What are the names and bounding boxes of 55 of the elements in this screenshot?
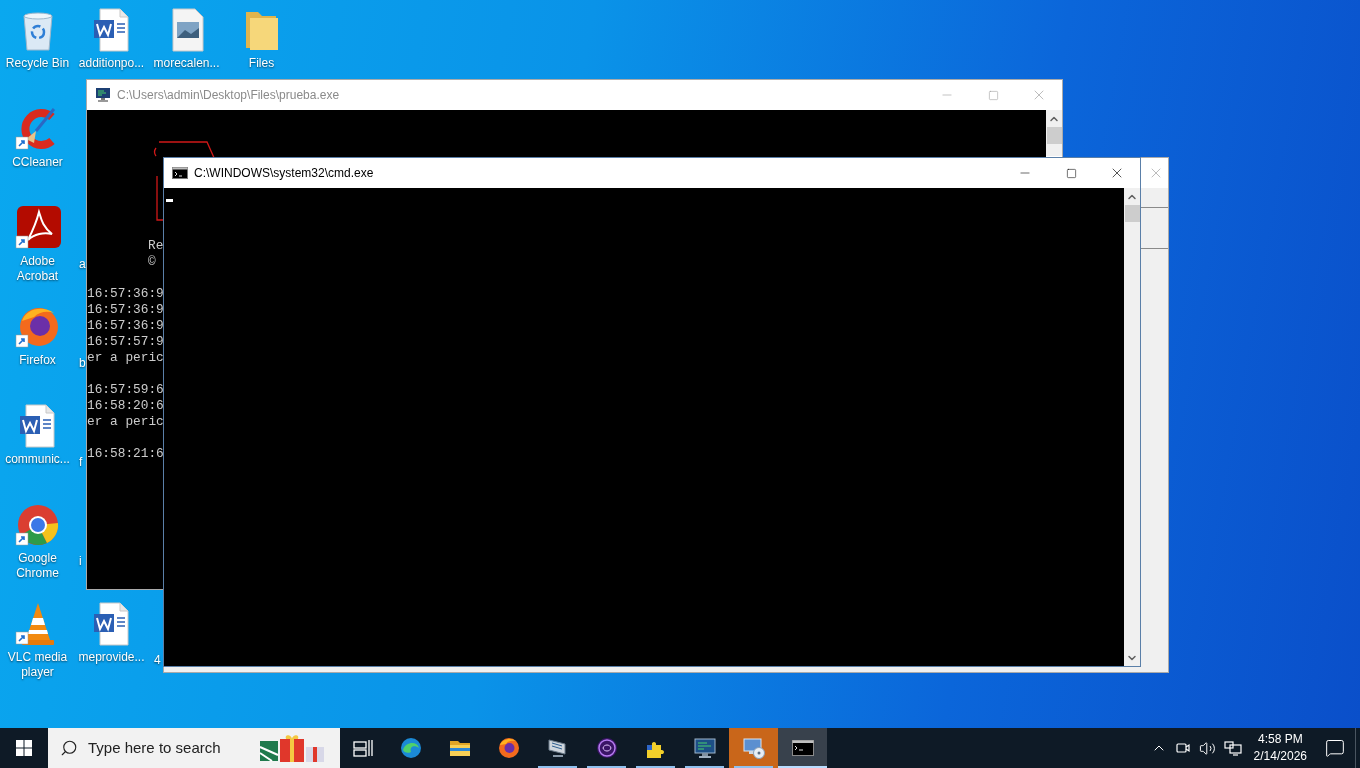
desktop-shortcut[interactable]: Firefox — [0, 301, 75, 368]
icon-label: a — [79, 257, 86, 272]
log-line: 16:57:57:9 — [87, 334, 165, 350]
pdf-app-icon — [13, 204, 62, 252]
scrollbar-thumb[interactable] — [1124, 205, 1140, 222]
log-line: 16:57:36:9 — [87, 286, 165, 302]
wave-circle-icon — [398, 736, 423, 760]
window-title: C:\Users\admin\Desktop\Files\prueba.exe — [117, 87, 340, 104]
log-line: 16:57:36:9 — [87, 318, 165, 334]
orb-icon — [594, 736, 619, 760]
search-field[interactable]: Type here to search — [88, 736, 258, 760]
terminal-icon — [172, 167, 188, 179]
desktop-shortcut[interactable]: Files — [224, 4, 299, 71]
desktop-shortcut[interactable]: VLC media player — [0, 598, 75, 680]
console-text: Re — [148, 238, 165, 254]
monitor-icon — [692, 736, 717, 760]
fox-globe-icon — [496, 736, 521, 760]
maximize-icon — [987, 89, 999, 101]
icon-label: b — [79, 356, 86, 371]
desktop-shortcut[interactable]: Google Chrome — [0, 499, 75, 581]
disc-monitor-icon — [741, 736, 766, 760]
maximize-icon — [1065, 167, 1077, 179]
taskbar-app[interactable] — [778, 728, 827, 768]
task-view-icon — [353, 739, 373, 757]
desktop-shortcut[interactable]: additionpo... — [74, 4, 149, 71]
desktop-shortcut[interactable]: communic... — [0, 400, 75, 467]
log-line: 16:58:21:6 — [87, 446, 165, 462]
notification-icon[interactable] — [1325, 738, 1345, 758]
icon-label: f — [79, 455, 83, 470]
log-line: er a peric — [87, 350, 165, 366]
desktop-shortcut[interactable]: Recycle Bin — [0, 4, 75, 71]
windows-logo-icon — [16, 740, 32, 756]
monitor-icon — [95, 87, 111, 103]
gift-icon — [258, 733, 326, 763]
scrollbar[interactable] — [1124, 188, 1140, 666]
window-title: C:\WINDOWS\system32\cmd.exe — [194, 165, 374, 182]
desktop-shortcut[interactable]: morecalen... — [149, 4, 224, 71]
desktop-shortcut[interactable]: meprovide... — [74, 598, 149, 665]
desktop-shortcut[interactable]: CCleaner — [0, 103, 75, 170]
icon-label: i — [79, 554, 82, 569]
log-line: 16:58:20:6 — [87, 398, 165, 414]
log-line: 16:57:36:9 — [87, 302, 165, 318]
scrollbar[interactable] — [1046, 110, 1062, 156]
search-icon — [60, 739, 78, 757]
search-box[interactable]: Type here to search — [48, 728, 340, 768]
camera-icon[interactable] — [1174, 740, 1191, 756]
log-line: er a peric — [87, 414, 165, 430]
speaker-icon[interactable] — [1198, 739, 1216, 757]
console-text: © — [148, 254, 157, 270]
scrollbar-thumb[interactable] — [1046, 127, 1062, 144]
clock[interactable]: 4:58 PM 2/14/2026 — [1253, 731, 1307, 765]
network-icon[interactable] — [1223, 740, 1242, 756]
log-line: 16:57:59:6 — [87, 382, 165, 398]
icon-label: 4 — [154, 653, 161, 668]
desktop-shortcut[interactable]: Adobe Acrobat — [0, 202, 75, 284]
